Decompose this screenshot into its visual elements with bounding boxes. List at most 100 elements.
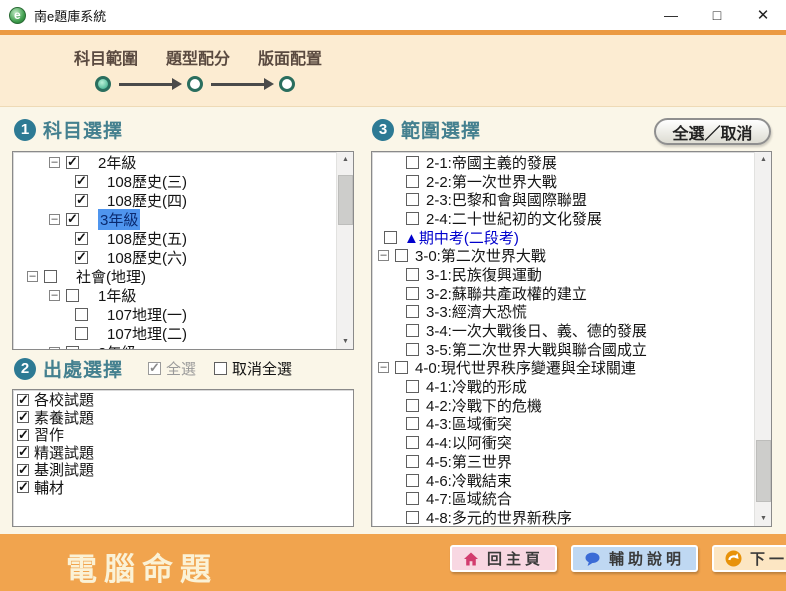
tree-label[interactable]: 107地理(一) [107, 304, 187, 325]
tree-row[interactable]: 2-4:二十世紀初的文化發展 [372, 209, 754, 228]
tree-row[interactable]: ▲期中考(二段考) [372, 228, 754, 247]
tree-label[interactable]: 社會(地理) [76, 266, 146, 287]
checkbox-icon[interactable] [384, 231, 397, 244]
scroll-up-icon[interactable]: ▲ [755, 152, 772, 167]
tree-row[interactable]: 3-4:一次大戰後日、義、德的發展 [372, 321, 754, 340]
scroll-down-icon[interactable]: ▼ [337, 334, 354, 349]
tree-row[interactable]: 2-1:帝國主義的發展 [372, 153, 754, 172]
checkbox-icon[interactable] [406, 175, 419, 188]
tree-row[interactable]: 4-3:區域衝突 [372, 415, 754, 434]
tree-row[interactable]: 108歷史(三) [13, 172, 336, 191]
checkbox-icon[interactable] [406, 343, 419, 356]
maximize-button[interactable]: □ [694, 0, 740, 30]
checkbox-icon[interactable] [406, 212, 419, 225]
checkbox-icon[interactable] [66, 346, 79, 349]
checkbox-icon[interactable] [66, 156, 79, 169]
tree-row[interactable]: 2-3:巴黎和會與國際聯盟 [372, 190, 754, 209]
tree-label[interactable]: 108歷史(六) [107, 247, 187, 268]
scrollbar-thumb[interactable] [338, 175, 353, 225]
checkbox-icon[interactable] [75, 251, 88, 264]
checkbox-icon[interactable] [44, 270, 57, 283]
tree-label[interactable]: 108歷史(四) [107, 190, 187, 211]
checkbox-icon[interactable] [17, 394, 29, 406]
tree-row[interactable]: – 3年級 [13, 210, 336, 229]
tree-row[interactable]: 4-7:區域統合 [372, 489, 754, 508]
checkbox-icon[interactable] [406, 305, 419, 318]
tree-row[interactable]: 4-4:以阿衝突 [372, 433, 754, 452]
checkbox-icon[interactable] [75, 232, 88, 245]
source-item[interactable]: 輔材 [13, 479, 353, 497]
checkbox-icon[interactable] [406, 417, 419, 430]
checkbox-icon[interactable] [406, 156, 419, 169]
checkbox-icon[interactable] [17, 464, 29, 476]
scroll-down-icon[interactable]: ▼ [755, 511, 772, 526]
checkbox-icon[interactable] [395, 249, 408, 262]
minimize-button[interactable]: — [648, 0, 694, 30]
tree-row[interactable]: 3-5:第二次世界大戰與聯合國成立 [372, 340, 754, 359]
tree-row[interactable]: 2-2:第一次世界大戰 [372, 172, 754, 191]
checkbox-icon[interactable] [17, 481, 29, 493]
tree-row[interactable]: 4-6:冷戰結束 [372, 471, 754, 490]
checkbox-icon[interactable] [17, 429, 29, 441]
help-button[interactable]: 輔助說明 [571, 545, 698, 572]
tree-row[interactable]: 108歷史(五) [13, 229, 336, 248]
tree-row[interactable]: 108歷史(六) [13, 248, 336, 267]
checkbox-icon[interactable] [406, 455, 419, 468]
select-all-checkbox[interactable]: 全選 [148, 358, 196, 379]
deselect-all-checkbox[interactable]: 取消全選 [214, 358, 292, 379]
subject-scrollbar[interactable]: ▲ ▼ [336, 152, 353, 349]
checkbox-icon[interactable] [406, 436, 419, 449]
scroll-up-icon[interactable]: ▲ [337, 152, 354, 167]
tree-label[interactable]: 107地理(二) [107, 323, 187, 344]
tree-label[interactable]: 2年級 [98, 152, 136, 173]
tree-row[interactable]: –4-0:現代世界秩序變遷與全球關連 [372, 359, 754, 378]
checkbox-icon[interactable] [75, 308, 88, 321]
tree-row[interactable]: 4-8:多元的世界新秩序 [372, 508, 754, 526]
scrollbar-thumb[interactable] [756, 440, 771, 502]
collapse-icon[interactable]: – [49, 347, 60, 349]
checkbox-icon[interactable] [214, 362, 227, 375]
checkbox-icon[interactable] [406, 399, 419, 412]
tree-row[interactable]: 3-3:經濟大恐慌 [372, 303, 754, 322]
checkbox-icon[interactable] [395, 361, 408, 374]
collapse-icon[interactable]: – [378, 362, 389, 373]
tree-label[interactable]: 108歷史(三) [107, 171, 187, 192]
tree-label[interactable]: 3年級 [98, 209, 140, 230]
collapse-icon[interactable]: – [27, 271, 38, 282]
tree-row[interactable]: 108歷史(四) [13, 191, 336, 210]
tree-label[interactable]: 1年級 [98, 285, 136, 306]
checkbox-icon[interactable] [75, 175, 88, 188]
tree-row[interactable]: – 2年級 [13, 153, 336, 172]
checkbox-icon[interactable] [406, 268, 419, 281]
tree-row[interactable]: 4-2:冷戰下的危機 [372, 396, 754, 415]
collapse-icon[interactable]: – [49, 214, 60, 225]
home-button[interactable]: 回主頁 [450, 545, 557, 572]
next-step-button[interactable]: 下一步 [712, 545, 786, 572]
collapse-icon[interactable]: – [378, 250, 389, 261]
checkbox-icon[interactable] [17, 446, 29, 458]
tree-row[interactable]: –3-0:第二次世界大戰 [372, 246, 754, 265]
checkbox-icon[interactable] [406, 474, 419, 487]
checkbox-icon[interactable] [17, 411, 29, 423]
checkbox-icon[interactable] [66, 289, 79, 302]
checkbox-icon[interactable] [406, 511, 419, 524]
tree-label[interactable]: 4-8:多元的世界新秩序 [426, 507, 572, 526]
checkbox-icon[interactable] [406, 380, 419, 393]
tree-row[interactable]: 4-5:第三世界 [372, 452, 754, 471]
tree-row[interactable]: 3-2:蘇聯共產政權的建立 [372, 284, 754, 303]
checkbox-icon[interactable] [75, 194, 88, 207]
collapse-icon[interactable]: – [49, 290, 60, 301]
tree-row[interactable]: – 社會(地理) [13, 267, 336, 286]
tree-row[interactable]: 4-1:冷戰的形成 [372, 377, 754, 396]
tree-row[interactable]: 107地理(二) [13, 324, 336, 343]
collapse-icon[interactable]: – [49, 157, 60, 168]
tree-row[interactable]: 3-1:民族復興運動 [372, 265, 754, 284]
checkbox-icon[interactable] [148, 362, 161, 375]
tree-label[interactable]: 108歷史(五) [107, 228, 187, 249]
close-button[interactable]: ✕ [740, 0, 786, 30]
checkbox-icon[interactable] [66, 213, 79, 226]
checkbox-icon[interactable] [406, 193, 419, 206]
tree-row[interactable]: 107地理(一) [13, 305, 336, 324]
tree-row[interactable]: – 1年級 [13, 286, 336, 305]
range-scrollbar[interactable]: ▲ ▼ [754, 152, 771, 526]
